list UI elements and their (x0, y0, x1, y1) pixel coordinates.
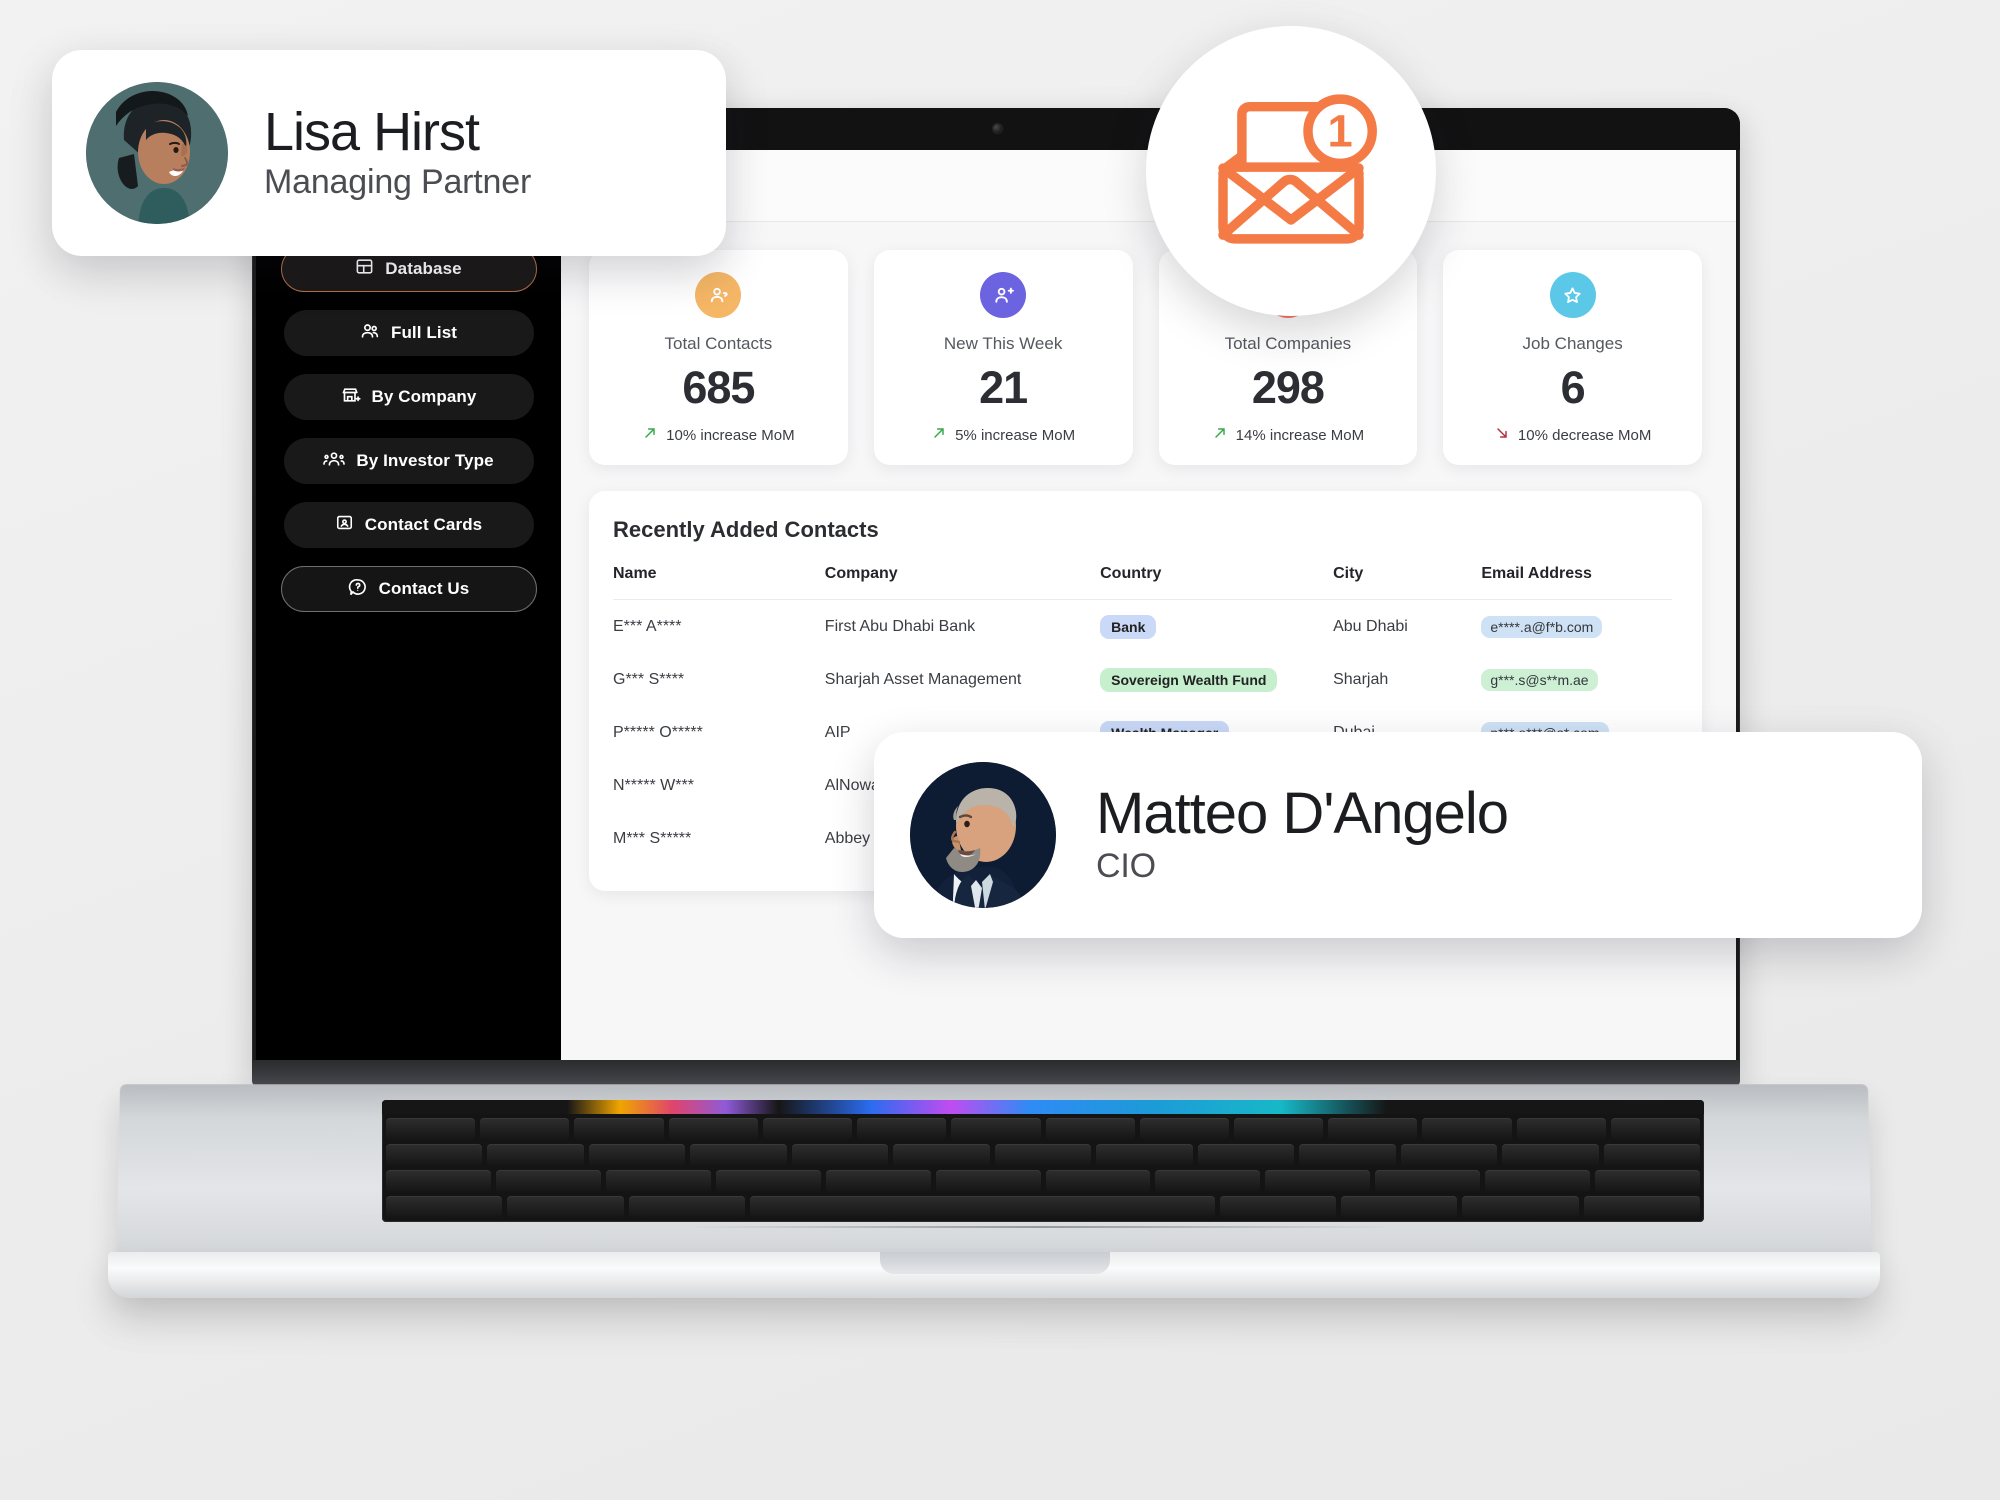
users-icon (360, 321, 380, 346)
sidebar-item-full-list[interactable]: Full List (283, 310, 534, 356)
sidebar-item-contact-us[interactable]: Contact Us (280, 566, 537, 612)
sidebar-item-label: By Investor Type (356, 451, 494, 470)
star-icon (1549, 272, 1596, 318)
arrow-up-icon (1212, 425, 1228, 445)
keyboard-row (386, 1118, 1701, 1140)
stat-value: 6 (1560, 362, 1586, 413)
stat-value: 298 (1251, 362, 1325, 413)
country-badge: Bank (1100, 615, 1157, 640)
stat-delta: 5% increase MoM (884, 425, 1123, 445)
sidebar-item-contact-cards[interactable]: Contact Cards (283, 502, 534, 548)
stat-delta-label: 5% increase MoM (955, 426, 1076, 444)
badge-count: 1 (1328, 105, 1353, 156)
arrow-down-icon (1494, 425, 1510, 445)
stat-delta: 14% increase MoM (1169, 425, 1408, 445)
stat-delta: 10% increase MoM (599, 425, 838, 445)
stat-card-job-changes[interactable]: Job Changes 6 10% decrease MoM (1443, 250, 1702, 466)
sidebar-item-label: By Company (371, 387, 477, 406)
building-plus-icon (341, 385, 361, 410)
cell-email: g***.s@s**m.ae (1481, 653, 1672, 706)
column-header-email[interactable]: Email Address (1481, 565, 1672, 601)
cell-name: E*** A**** (613, 618, 682, 636)
stat-value: 685 (682, 362, 755, 413)
stats-row: Total Contacts 685 10% increase MoM New … (589, 250, 1702, 466)
sidebar-item-label: Database (385, 259, 462, 278)
avatar (910, 762, 1056, 908)
stat-card-new-this-week[interactable]: New This Week 21 5% increase MoM (873, 250, 1133, 466)
user-group-icon (323, 449, 346, 474)
person-role: Managing Partner (264, 162, 532, 201)
cell-name: P***** O***** (613, 724, 703, 742)
laptop-front-notch (880, 1252, 1110, 1274)
touch-bar[interactable] (382, 1100, 1704, 1114)
stat-label: New This Week (943, 334, 1063, 353)
stat-card-total-contacts[interactable]: Total Contacts 685 10% increase MoM (589, 250, 848, 466)
person-card-text: Lisa Hirst Managing Partner (264, 104, 531, 202)
cell-name: M*** S***** (613, 830, 692, 848)
stat-delta-label: 10% increase MoM (666, 426, 795, 444)
contacts-icon (695, 272, 742, 318)
cell-company: Sharjah Asset Management (824, 671, 1022, 689)
stat-label: Job Changes (1522, 334, 1623, 353)
id-card-icon (335, 513, 354, 537)
cell-country: Bank (1100, 600, 1333, 654)
avatar-matteo (910, 762, 1056, 908)
email-badge: e****.a@f*b.com (1481, 616, 1603, 639)
person-card-text: Matteo D'Angelo CIO (1096, 781, 1509, 886)
database-icon (355, 257, 374, 281)
sidebar-item-label: Full List (390, 323, 458, 342)
table-row[interactable]: E*** A**** First Abu Dhabi Bank Bank Abu… (613, 600, 1672, 654)
table-header-row: Name Company Country City Email Address (613, 565, 1672, 601)
table-row[interactable]: G*** S**** Sharjah Asset Management Sove… (613, 653, 1672, 706)
stat-label: Total Companies (1224, 334, 1352, 353)
person-name: Lisa Hirst (264, 102, 480, 163)
cell-city: Sharjah (1333, 671, 1389, 689)
person-role: CIO (1096, 846, 1156, 885)
column-header-company[interactable]: Company (824, 565, 1101, 601)
email-badge: g***.s@s**m.ae (1481, 669, 1598, 692)
sidebar-item-label: Contact Us (378, 579, 470, 598)
cell-city: Abu Dhabi (1333, 618, 1408, 636)
laptop-chin (252, 1060, 1740, 1086)
cell-country: Sovereign Wealth Fund (1100, 653, 1333, 706)
stat-delta-label: 10% decrease MoM (1517, 426, 1652, 444)
person-card-matteo[interactable]: Matteo D'Angelo CIO (874, 732, 1922, 938)
trackpad-seam (690, 1226, 1390, 1228)
keyboard-row (386, 1170, 1701, 1192)
sidebar-item-by-investor-type[interactable]: By Investor Type (283, 438, 534, 484)
country-badge: Sovereign Wealth Fund (1100, 668, 1278, 693)
column-header-city[interactable]: City (1333, 565, 1482, 601)
column-header-country[interactable]: Country (1100, 565, 1334, 601)
avatar (86, 82, 228, 224)
arrow-up-icon (931, 425, 947, 445)
notification-badge-bubble[interactable]: 1 (1146, 26, 1436, 316)
webcam-icon (993, 124, 1002, 133)
stat-delta: 10% decrease MoM (1453, 425, 1692, 445)
screenshot-stage: Database Full List By Company By Investo… (0, 0, 2000, 1500)
sidebar: Database Full List By Company By Investo… (256, 150, 561, 1060)
envelope-notification-icon: 1 (1196, 84, 1386, 259)
person-name: Matteo D'Angelo (1096, 781, 1509, 847)
cell-name: G*** S**** (613, 671, 685, 689)
stat-value: 21 (979, 362, 1028, 413)
column-header-name[interactable]: Name (613, 565, 825, 601)
sidebar-item-by-company[interactable]: By Company (283, 374, 534, 420)
laptop-keyboard (382, 1100, 1704, 1222)
help-circle-icon (348, 577, 368, 602)
sidebar-item-label: Contact Cards (364, 515, 483, 534)
cell-email: e****.a@f*b.com (1481, 600, 1672, 654)
avatar-lisa (86, 82, 228, 224)
keyboard-row (386, 1144, 1701, 1166)
stat-label: Total Contacts (664, 334, 773, 353)
keyboard-row (386, 1196, 1700, 1218)
cell-company: First Abu Dhabi Bank (824, 618, 976, 636)
user-plus-icon (980, 272, 1027, 318)
person-card-lisa[interactable]: Lisa Hirst Managing Partner (52, 50, 726, 256)
cell-name: N***** W*** (613, 777, 694, 795)
stat-delta-label: 14% increase MoM (1235, 426, 1365, 444)
table-title: Recently Added Contacts (613, 517, 879, 543)
arrow-up-icon (642, 425, 658, 445)
